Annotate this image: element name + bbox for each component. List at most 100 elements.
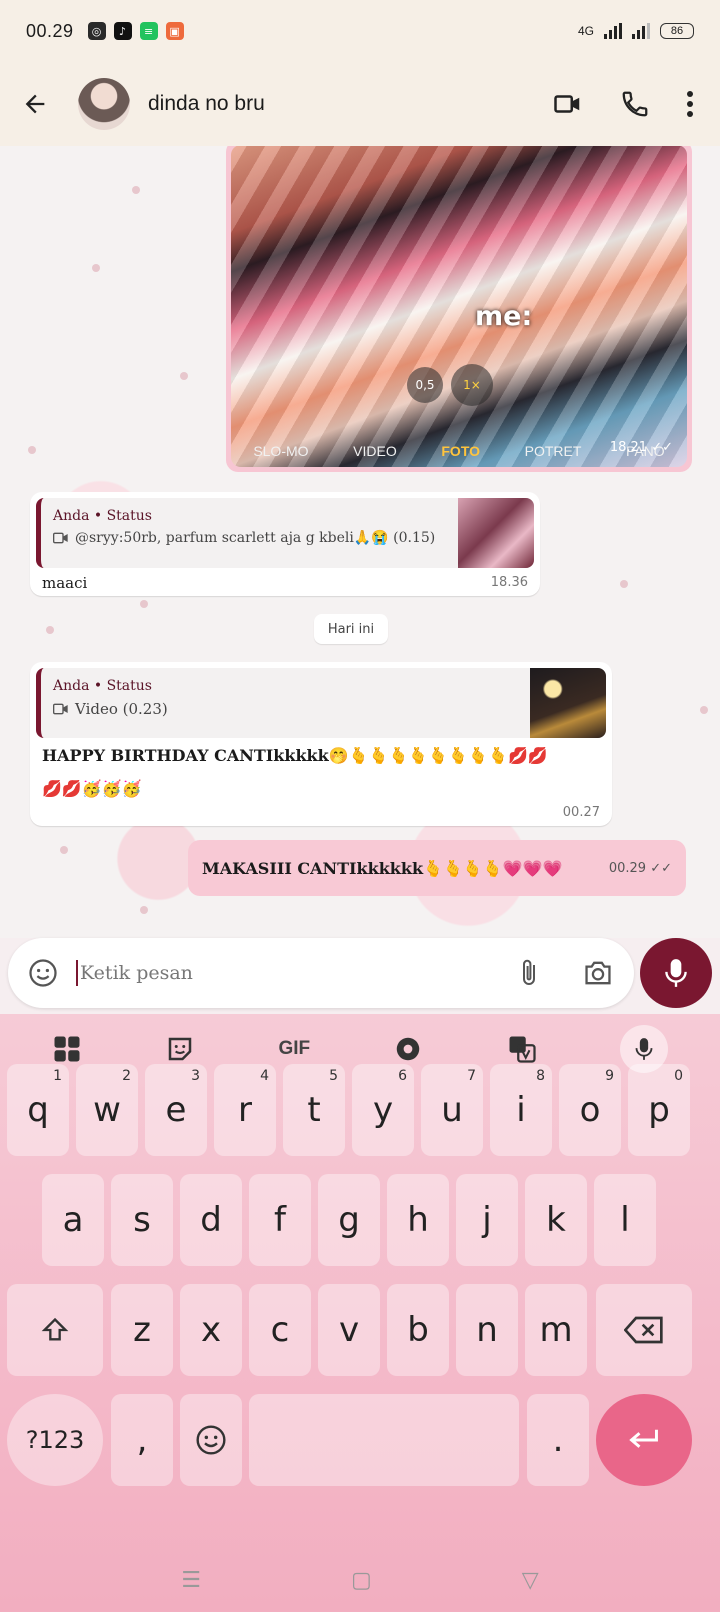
quote-text: @sryy:50rb, parfum scarlett aja g kbeli🙏…	[75, 530, 436, 546]
message-time: 00.29 ✓✓	[608, 860, 672, 876]
key-a[interactable]: a	[42, 1174, 104, 1266]
home-icon[interactable]: ▢	[351, 1568, 372, 1593]
key-s[interactable]: s	[111, 1174, 173, 1266]
outgoing-message[interactable]: MAKASIII CANTIkkkkkk🫰🫰🫰🫰💗💗💗 00.29 ✓✓	[188, 840, 686, 896]
translate-icon[interactable]	[507, 1034, 537, 1064]
image-message[interactable]: me: 0,5 1× SLO-MO VIDEO FOTO POTRET PANO…	[226, 146, 692, 472]
network-type: 4G	[577, 24, 594, 38]
message-text-line2: 💋💋🥳🥳🥳	[42, 779, 142, 798]
incoming-reply-message[interactable]: Anda • Status Video (0.23) HAPPY BIRTHDA…	[30, 662, 612, 826]
settings-gear-icon[interactable]	[393, 1034, 423, 1064]
enter-key[interactable]	[596, 1394, 692, 1486]
key-b[interactable]: b	[387, 1284, 449, 1376]
quote-author: Anda • Status	[53, 678, 152, 694]
key-g[interactable]: g	[318, 1174, 380, 1266]
key-q[interactable]: 1q	[7, 1064, 69, 1156]
key-u[interactable]: 7u	[421, 1064, 483, 1156]
video-icon	[53, 703, 68, 715]
message-time: 00.27	[562, 805, 600, 820]
quoted-status[interactable]: Anda • Status @sryy:50rb, parfum scarlet…	[36, 498, 534, 568]
shift-key[interactable]	[7, 1284, 103, 1376]
video-call-icon[interactable]	[552, 89, 584, 119]
key-k[interactable]: k	[525, 1174, 587, 1266]
gif-button[interactable]: GIF	[278, 1038, 310, 1060]
zoom-option-active: 1×	[451, 364, 493, 406]
message-text: maaci	[42, 574, 88, 592]
backspace-key[interactable]	[596, 1284, 692, 1376]
photo-overlay-text: me:	[475, 301, 533, 332]
back-nav-icon[interactable]: ▽	[522, 1568, 539, 1593]
key-r[interactable]: 4r	[214, 1064, 276, 1156]
video-icon	[53, 532, 68, 544]
avatar[interactable]	[78, 78, 130, 130]
key-d[interactable]: d	[180, 1174, 242, 1266]
message-time: 18.21 ✓✓	[609, 440, 673, 455]
message-photo[interactable]: me: 0,5 1× SLO-MO VIDEO FOTO POTRET PANO…	[231, 146, 687, 467]
enter-arrow-icon	[629, 1429, 658, 1448]
status-thumbnail	[530, 668, 606, 738]
messenger-app-icon: ≡	[139, 22, 158, 40]
battery-icon: 86	[660, 23, 694, 39]
emoji-key[interactable]	[180, 1394, 242, 1486]
chat-area[interactable]: me: 0,5 1× SLO-MO VIDEO FOTO POTRET PANO…	[0, 146, 720, 938]
camera-mode: POTRET	[524, 443, 582, 459]
key-l[interactable]: l	[594, 1174, 656, 1266]
comma-key[interactable]: ,	[111, 1394, 173, 1486]
key-y[interactable]: 6y	[352, 1064, 414, 1156]
quoted-status[interactable]: Anda • Status Video (0.23)	[36, 668, 606, 738]
key-n[interactable]: n	[456, 1284, 518, 1376]
key-t[interactable]: 5t	[283, 1064, 345, 1156]
key-z[interactable]: z	[111, 1284, 173, 1376]
zoom-controls: 0,5 1×	[407, 364, 493, 406]
key-m[interactable]: m	[525, 1284, 587, 1376]
recent-apps-icon[interactable]: ☰	[181, 1568, 201, 1593]
message-text: HAPPY BIRTHDAY CANTIkkkkk🤭🫰🫰🫰🫰🫰🫰🫰🫰💋💋	[42, 746, 548, 765]
period-key[interactable]: .	[527, 1394, 589, 1486]
more-options-icon[interactable]	[686, 90, 694, 118]
day-separator: Hari ini	[314, 614, 388, 644]
camera-icon[interactable]	[582, 959, 614, 987]
key-p[interactable]: 0p	[628, 1064, 690, 1156]
message-input-bar[interactable]: Ketik pesan	[8, 938, 634, 1008]
key-o[interactable]: 9o	[559, 1064, 621, 1156]
microphone-icon	[665, 959, 687, 987]
sticker-emoji-icon[interactable]	[28, 958, 58, 988]
voice-call-icon[interactable]	[620, 89, 650, 119]
key-h[interactable]: h	[387, 1174, 449, 1266]
voice-message-button[interactable]	[640, 938, 712, 1008]
keyboard[interactable]: GIF 1q 2w 3e 4r 5t 6y 7u 8i 9o 0p a s d …	[0, 1014, 720, 1612]
emoji-icon	[196, 1425, 226, 1455]
status-time: 00.29	[26, 20, 74, 41]
back-button[interactable]	[0, 62, 70, 146]
apps-grid-icon[interactable]	[52, 1034, 82, 1064]
key-c[interactable]: c	[249, 1284, 311, 1376]
key-e[interactable]: 3e	[145, 1064, 207, 1156]
signal-icon	[604, 23, 622, 39]
space-bar[interactable]	[249, 1394, 519, 1486]
camera-mode: VIDEO	[353, 443, 397, 459]
contact-name[interactable]: dinda no bru	[148, 92, 265, 116]
text-caret	[76, 960, 78, 986]
quote-author: Anda • Status	[53, 508, 152, 524]
status-thumbnail	[458, 498, 534, 568]
shop-app-icon: ▣	[165, 22, 184, 40]
key-v[interactable]: v	[318, 1284, 380, 1376]
quote-text: Video (0.23)	[75, 700, 168, 718]
chat-header: dinda no bru	[0, 62, 720, 146]
attach-icon[interactable]	[518, 958, 542, 988]
symbols-key[interactable]: ?123	[7, 1394, 103, 1486]
shift-arrow-icon	[41, 1317, 69, 1341]
message-text: MAKASIII CANTIkkkkkk🫰🫰🫰🫰💗💗💗	[202, 858, 563, 878]
signal-2-icon	[632, 23, 650, 39]
camera-mode-selected: FOTO	[441, 443, 481, 459]
key-f[interactable]: f	[249, 1174, 311, 1266]
key-j[interactable]: j	[456, 1174, 518, 1266]
whatsapp-icon: ◎	[87, 22, 106, 40]
system-navigation-bar: ☰ ▢ ▽	[0, 1548, 720, 1612]
key-i[interactable]: 8i	[490, 1064, 552, 1156]
incoming-reply-message[interactable]: Anda • Status @sryy:50rb, parfum scarlet…	[30, 492, 540, 596]
key-x[interactable]: x	[180, 1284, 242, 1376]
message-input[interactable]: Ketik pesan	[80, 962, 193, 984]
sticker-icon[interactable]	[165, 1034, 195, 1064]
key-w[interactable]: 2w	[76, 1064, 138, 1156]
